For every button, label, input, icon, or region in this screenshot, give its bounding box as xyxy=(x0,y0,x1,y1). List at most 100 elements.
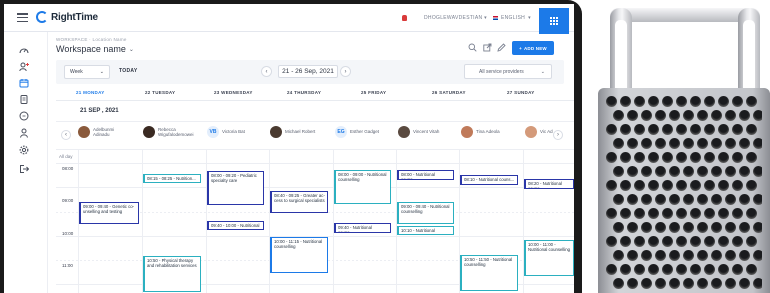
notification-bell-icon[interactable] xyxy=(402,15,407,21)
event-card[interactable]: 09:40 - 10:00 - Nutritional xyxy=(207,221,264,230)
workspace-title[interactable]: Workspace name ⌄ xyxy=(56,44,134,54)
event-card[interactable]: 10:10 - Nutritional couns... xyxy=(397,226,454,235)
language-select[interactable]: ENGLISH ▾ xyxy=(493,15,531,21)
calendar-icon[interactable] xyxy=(19,78,29,88)
search-icon[interactable] xyxy=(468,43,477,52)
document-icon[interactable] xyxy=(19,111,29,121)
user-menu[interactable]: DHOGLEWAVDESTIAN ▾ xyxy=(424,15,487,21)
event-card[interactable]: 08:20 - Nutritional couns... xyxy=(524,179,574,189)
grille-hole xyxy=(627,222,638,233)
grille-hole xyxy=(746,124,757,135)
grille-hole xyxy=(746,236,757,247)
grille-hole xyxy=(613,194,624,205)
grille-hole xyxy=(718,124,729,135)
event-card[interactable]: 10:50 - 11:50 - Nutritional counselling xyxy=(460,255,518,291)
grille-hole xyxy=(711,194,722,205)
event-card[interactable]: 08:00 - Nutritional couns... xyxy=(397,170,454,180)
avatar: EG xyxy=(335,126,347,138)
event-card[interactable]: 08:00 - 09:00 - Nutritional counselling xyxy=(334,170,391,204)
grille-hole xyxy=(606,208,617,219)
day-header-thursday[interactable]: 24 THURSDAY xyxy=(287,90,321,95)
grille-hole xyxy=(711,278,722,289)
settings-gear-icon[interactable] xyxy=(19,145,29,155)
apps-grid-icon xyxy=(550,17,558,25)
today-button[interactable]: TODAY xyxy=(119,68,137,74)
provider-item[interactable]: Vincent Vitah xyxy=(398,126,451,138)
grille-hole xyxy=(683,250,694,261)
profile-icon[interactable] xyxy=(19,128,29,138)
edit-icon[interactable] xyxy=(497,43,506,52)
day-header-monday[interactable]: 21 MONDAY xyxy=(76,90,105,95)
grille-hole xyxy=(725,110,736,121)
clipboard-icon[interactable] xyxy=(19,94,29,104)
logout-icon[interactable] xyxy=(19,164,29,174)
apps-grid-button[interactable] xyxy=(539,8,569,34)
provider-item[interactable]: Vic Ad xyxy=(525,126,556,138)
grille-hole xyxy=(704,208,715,219)
next-week-button[interactable]: › xyxy=(340,66,351,77)
grille-hole xyxy=(697,138,708,149)
grille-hole xyxy=(753,250,762,261)
day-header-friday[interactable]: 25 FRIDAY xyxy=(361,90,386,95)
grille-hole xyxy=(641,222,652,233)
export-icon[interactable] xyxy=(483,43,492,52)
time-label: 09:00 xyxy=(62,198,74,203)
grille-hole xyxy=(655,278,666,289)
chevron-down-icon: ⌄ xyxy=(540,68,545,75)
grille-hole xyxy=(704,180,715,191)
grille-hole xyxy=(669,110,680,121)
add-user-icon[interactable] xyxy=(19,62,29,72)
grille-hole xyxy=(746,264,757,275)
date-range[interactable]: 21 - 26 Sep, 2021 xyxy=(278,65,338,78)
provider-item[interactable]: Rebecca Wigufalodemowei xyxy=(143,126,196,138)
grille-hole xyxy=(718,236,729,247)
providers-next-button[interactable]: › xyxy=(553,130,563,140)
event-card[interactable]: 08:10 - Nutritional couns... xyxy=(460,175,518,185)
grille-hole xyxy=(620,124,631,135)
event-card[interactable]: 09:00 - 09:40 - Nutritional counselling xyxy=(397,202,454,224)
grille-hole xyxy=(648,208,659,219)
add-new-button[interactable]: + ADD NEW xyxy=(512,41,554,55)
grille-hole xyxy=(669,222,680,233)
provider-item[interactable]: EG Esther Gadget xyxy=(335,126,388,138)
event-card[interactable]: 08:15 - 08:25 - Nutrition... xyxy=(143,174,201,183)
event-card[interactable]: 10:00 - 11:15 - Nutritional counselling xyxy=(270,237,328,273)
event-card[interactable]: 10:00 - 11:00 - Nutritional counselling xyxy=(524,240,574,276)
language-label: ENGLISH xyxy=(501,15,526,21)
grille-hole xyxy=(620,180,631,191)
provider-name: Tina Adeola xyxy=(476,129,500,135)
day-header-saturday[interactable]: 26 SATURDAY xyxy=(432,90,466,95)
grille-hole xyxy=(613,278,624,289)
chevron-down-icon: ⌄ xyxy=(128,46,134,53)
avatar: VB xyxy=(207,126,219,138)
prev-week-button[interactable]: ‹ xyxy=(261,66,272,77)
view-select[interactable]: Week ⌄ xyxy=(64,65,110,79)
service-provider-select[interactable]: All service providers ⌄ xyxy=(464,64,552,79)
providers-prev-button[interactable]: ‹ xyxy=(61,130,71,140)
provider-item[interactable]: VB Victoria Bat xyxy=(207,126,260,138)
event-card[interactable]: 08:40 - 09:25 - Greater ac-cess to surgi… xyxy=(270,191,328,213)
event-card[interactable]: 10:50 - Physical therapy and rehabilitat… xyxy=(143,256,201,292)
provider-item[interactable]: Michael Robert xyxy=(270,126,323,138)
dashboard-icon[interactable] xyxy=(19,45,29,55)
provider-item[interactable]: Adelbunmi Adinadu xyxy=(78,126,131,138)
event-card[interactable]: 09:40 - Nutritional couns... xyxy=(334,223,391,233)
grille-hole xyxy=(627,250,638,261)
hamburger-menu-icon[interactable] xyxy=(17,13,28,23)
grille-hole xyxy=(655,222,666,233)
grille-hole xyxy=(718,180,729,191)
grille-hole xyxy=(704,264,715,275)
grille-hole xyxy=(606,124,617,135)
grille-hole xyxy=(676,208,687,219)
event-card[interactable]: 09:00 - 09:40 - Genetic co-unselling and… xyxy=(79,202,139,224)
provider-item[interactable]: Tina Adeola xyxy=(461,126,514,138)
event-card[interactable]: 08:00 - 09:20 - Pediatric specialty care xyxy=(207,171,264,205)
grille-hole xyxy=(690,208,701,219)
grille-hole xyxy=(725,194,736,205)
day-header-tuesday[interactable]: 22 TUESDAY xyxy=(145,90,175,95)
day-header-wednesday[interactable]: 23 WEDNESDAY xyxy=(214,90,253,95)
day-header-sunday[interactable]: 27 SUNDAY xyxy=(507,90,535,95)
grille-hole xyxy=(613,166,624,177)
brand[interactable]: RightTime xyxy=(36,11,98,23)
brand-name: RightTime xyxy=(51,11,98,23)
